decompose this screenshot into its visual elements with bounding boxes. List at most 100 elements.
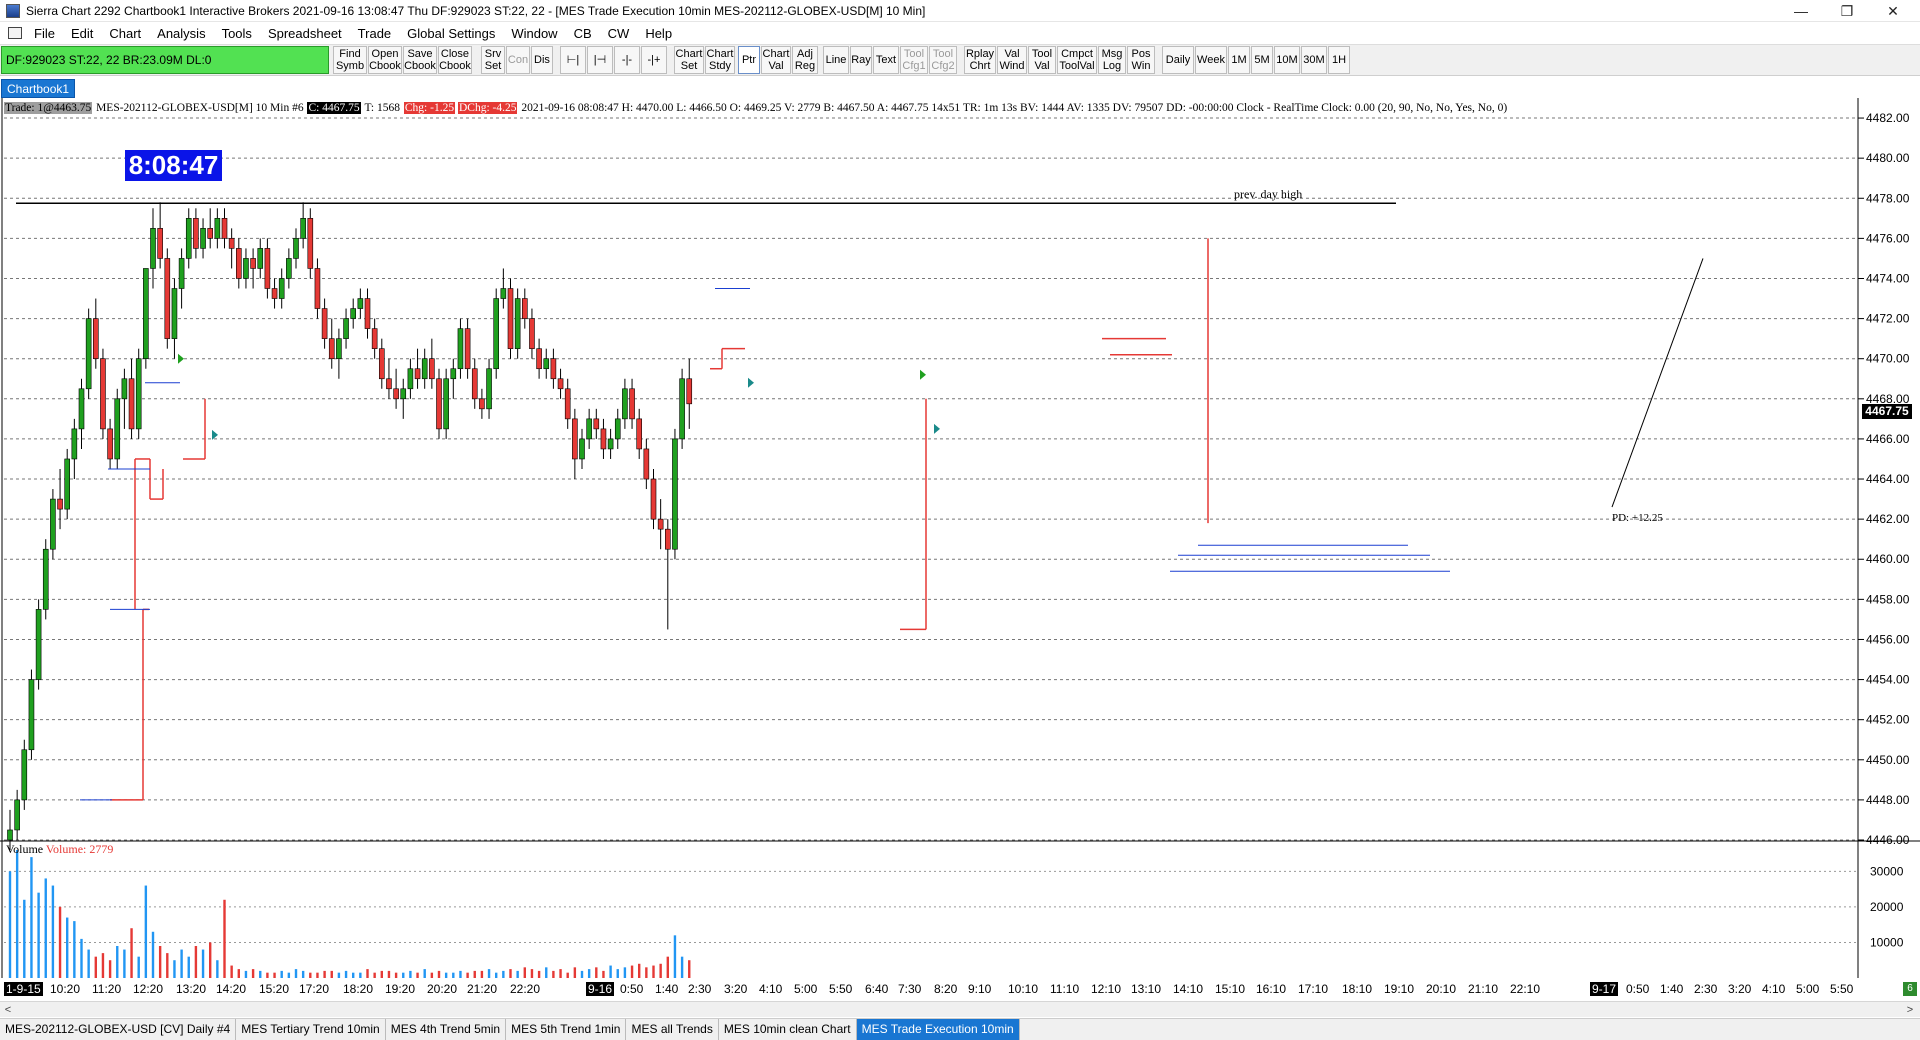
candle [28, 669, 35, 760]
toolbar-tool-val-button[interactable]: Tool Val [1028, 46, 1056, 74]
candle [64, 448, 70, 520]
chart-tab-3[interactable]: MES 4th Trend 5min [386, 1019, 507, 1040]
restore-button[interactable]: ❐ [1824, 0, 1870, 22]
toolbar-tool-cfg1-button[interactable]: Tool Cfg1 [900, 46, 928, 74]
candle [107, 418, 113, 469]
scroll-right-icon[interactable]: -|+ [641, 46, 667, 74]
menu-global-settings[interactable]: Global Settings [399, 26, 503, 41]
toolbar-adj-reg-button[interactable]: Adj Reg [792, 46, 818, 74]
chart-tab-2[interactable]: MES Tertiary Trend 10min [236, 1019, 386, 1040]
toolbar-text-button[interactable]: Text [873, 46, 899, 74]
candle [557, 368, 564, 399]
candle [193, 208, 199, 259]
chartbook-system-menu-icon[interactable] [8, 27, 22, 39]
scroll-left-icon[interactable]: < [0, 1002, 16, 1018]
time-axis-label: 6:40 [865, 982, 889, 996]
menu-analysis[interactable]: Analysis [149, 26, 213, 41]
toolbar-chart-val-button[interactable]: Chart Val [761, 46, 791, 74]
toolbar-pos-win-button[interactable]: Pos Win [1127, 46, 1155, 74]
chart-tab-7[interactable]: MES Trade Execution 10min [856, 1019, 1020, 1040]
price-axis-label: 4456.00 [1866, 632, 1910, 646]
volume-bar [452, 972, 455, 978]
menu-spreadsheet[interactable]: Spreadsheet [260, 26, 350, 41]
toolbar-ptr-button[interactable]: Ptr [738, 46, 760, 74]
time-axis-label: 21:20 [467, 982, 498, 996]
toolbar-msg-log-button[interactable]: Msg Log [1098, 46, 1126, 74]
toolbar-con-button[interactable]: Con [506, 46, 530, 74]
toolbar-dis-button[interactable]: Dis [531, 46, 553, 74]
toolbar-srv-set-button[interactable]: Srv Set [481, 46, 505, 74]
menu-cb[interactable]: CB [566, 26, 600, 41]
time-axis-label: 2:30 [688, 982, 712, 996]
toolbar-cmpct-toolval-button[interactable]: Cmpct ToolVal [1057, 46, 1097, 74]
time-axis-corner-badge[interactable]: 6 [1903, 982, 1917, 996]
menu-trade[interactable]: Trade [350, 26, 399, 41]
candle [300, 202, 306, 249]
time-axis-label: 0:50 [1626, 982, 1650, 996]
volume-bar [559, 969, 562, 978]
scroll-right-icon[interactable]: > [1902, 1002, 1918, 1018]
volume-bar [580, 970, 584, 978]
chart-tab-1[interactable]: MES-202112-GLOBEX-USD [CV] Daily #4 [0, 1019, 237, 1040]
toolbar-chart-stdy-button[interactable]: Chart Stdy [705, 46, 735, 74]
close-button[interactable]: ✕ [1870, 0, 1916, 22]
volume-bar [158, 946, 162, 978]
menu-file[interactable]: File [26, 26, 63, 41]
price-axis-label: 4480.00 [1866, 151, 1910, 165]
pd-ray[interactable] [1611, 258, 1704, 508]
volume-bar [466, 972, 469, 978]
candle [429, 338, 435, 389]
toolbar-1m-button[interactable]: 1M [1228, 46, 1250, 74]
menu-chart[interactable]: Chart [101, 26, 149, 41]
volume-bar [394, 972, 398, 978]
volume-bar [223, 899, 226, 978]
toolbar-rplay-chrt-button[interactable]: Rplay Chrt [964, 46, 996, 74]
time-axis-label: 1:40 [655, 982, 679, 996]
candle [214, 208, 221, 249]
price-axis-label: 4472.00 [1866, 312, 1910, 326]
price-axis-label: 4476.00 [1866, 231, 1910, 245]
toolbar-daily-button[interactable]: Daily [1162, 46, 1194, 74]
volume-bars [8, 850, 691, 978]
menu-window[interactable]: Window [503, 26, 565, 41]
scroll-center-icon[interactable]: -|- [614, 46, 640, 74]
chart-tab-6[interactable]: MES 10min clean Chart [719, 1019, 857, 1040]
toolbar-find-symb-button[interactable]: Find Symb [333, 46, 367, 74]
toolbar-close-cbook-button[interactable]: Close Cbook [438, 46, 472, 74]
chart-tab-5[interactable]: MES all Trends [626, 1019, 719, 1040]
toolbar-week-button[interactable]: Week [1195, 46, 1227, 74]
chart-region[interactable]: 4482.00 4480.00 4478.00 4476.00 4474.00 4472.… [0, 98, 1920, 978]
candle [457, 318, 464, 379]
chart-tab-4[interactable]: MES 5th Trend 1min [506, 1019, 627, 1040]
zoom-left-icon[interactable]: ⊢| [560, 46, 586, 74]
toolbar-ray-button[interactable]: Ray [850, 46, 872, 74]
menu-cw[interactable]: CW [600, 26, 638, 41]
menu-help[interactable]: Help [637, 26, 680, 41]
menu-edit[interactable]: Edit [63, 26, 101, 41]
candle [42, 539, 49, 620]
toolbar-10m-button[interactable]: 10M [1274, 46, 1300, 74]
toolbar-tool-cfg2-button[interactable]: Tool Cfg2 [929, 46, 957, 74]
execution-marker [934, 423, 940, 434]
horizontal-scrollbar[interactable]: < > [0, 1001, 1920, 1017]
chartbook-tab[interactable]: Chartbook1 [1, 79, 76, 98]
toolbar-save-cbook-button[interactable]: Save Cbook [403, 46, 437, 74]
candle [586, 408, 592, 449]
toolbar-30m-button[interactable]: 30M [1301, 46, 1327, 74]
minimize-button[interactable]: — [1778, 0, 1824, 22]
toolbar-val-wind-button[interactable]: Val Wind [997, 46, 1027, 74]
candle [686, 358, 693, 429]
toolbar-1h-button[interactable]: 1H [1328, 46, 1350, 74]
toolbar-5m-button[interactable]: 5M [1251, 46, 1273, 74]
candle [257, 238, 264, 279]
menu-tools[interactable]: Tools [214, 26, 260, 41]
volume-bar [380, 970, 383, 978]
candle [178, 248, 185, 309]
toolbar-line-button[interactable]: Line [823, 46, 849, 74]
toolbar-chart-set-button[interactable]: Chart Set [674, 46, 704, 74]
time-axis-label: 5:00 [1796, 982, 1820, 996]
candle [450, 358, 457, 399]
candle [371, 318, 378, 359]
toolbar-open-cbook-button[interactable]: Open Cbook [368, 46, 402, 74]
zoom-right-icon[interactable]: |⊣ [587, 46, 613, 74]
